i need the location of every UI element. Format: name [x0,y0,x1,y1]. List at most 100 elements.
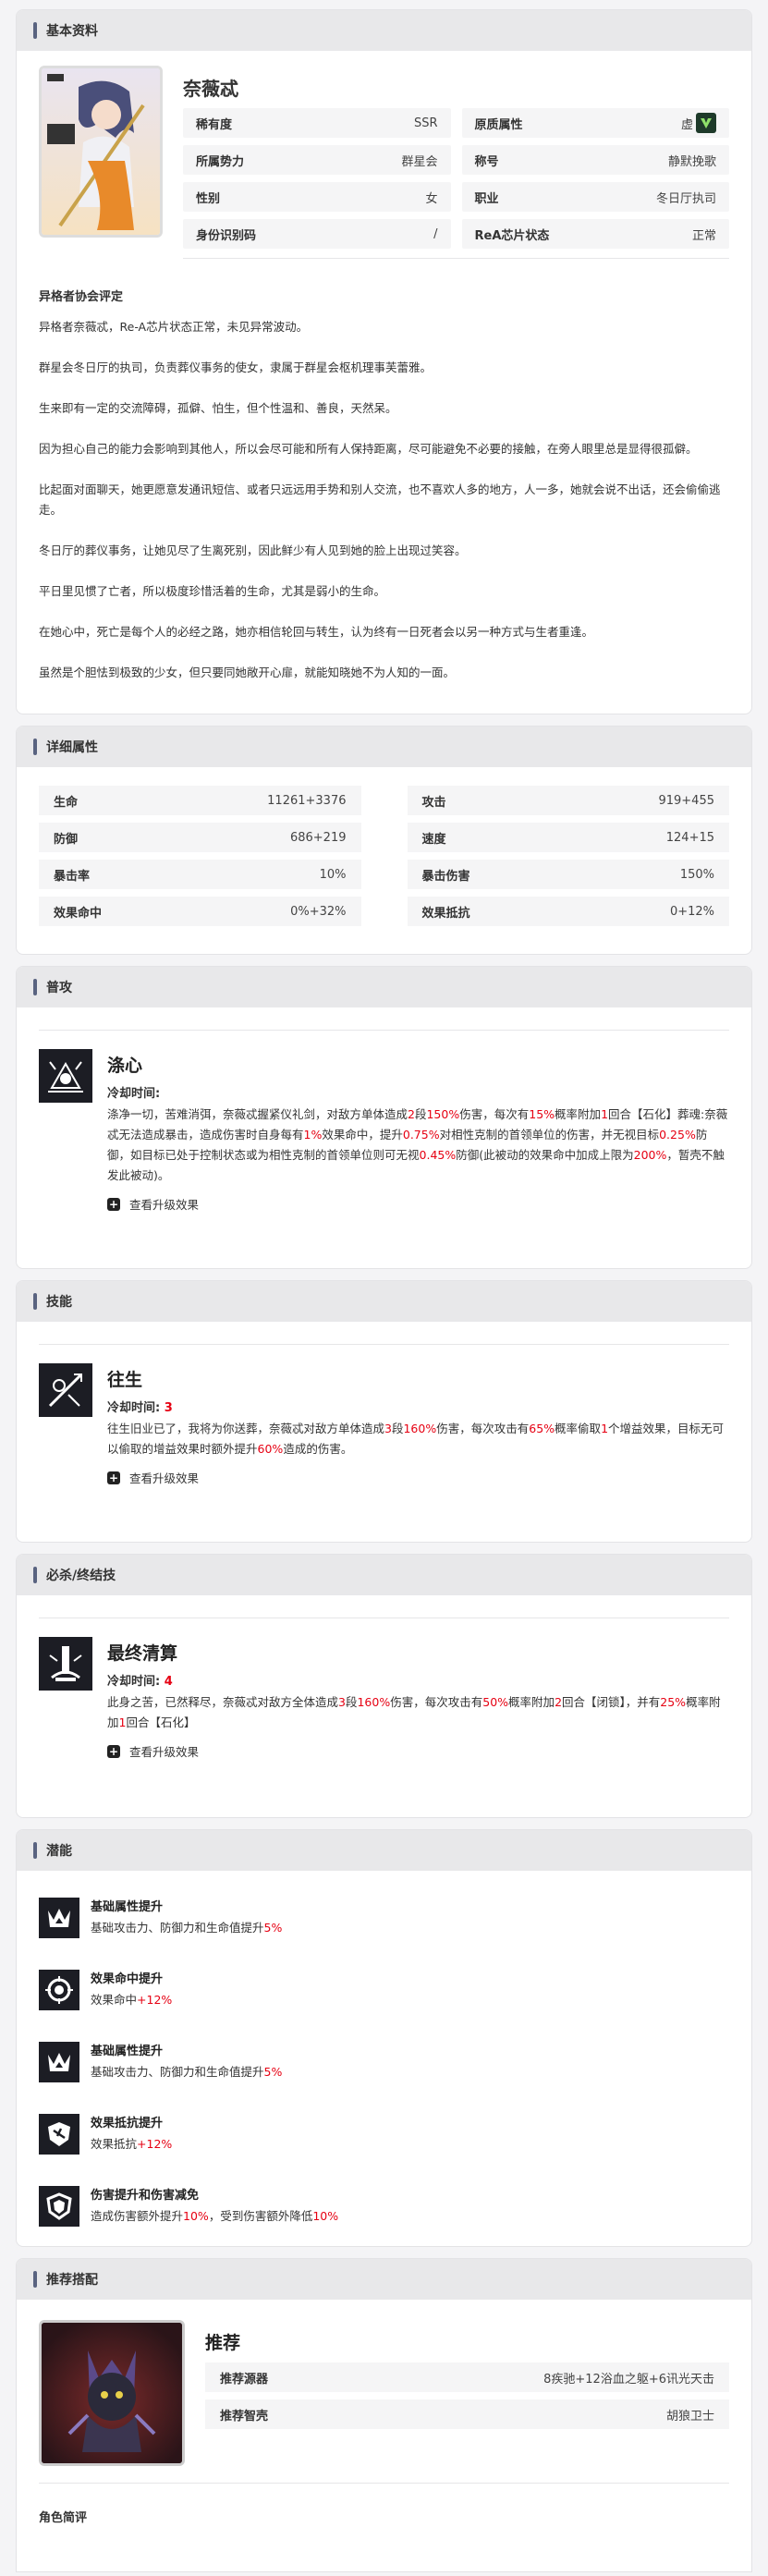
stat-def: 防御 686+219 [39,823,361,852]
info-key: 身份识别码 [196,228,257,243]
desc-text: 防御(此被动的效果命中加成上限为 [456,1148,634,1162]
info-faction: 所属势力 群星会 [183,145,451,175]
target-potential-icon [39,1970,79,2010]
desc-highlight: 150% [426,1107,460,1121]
evaluation-paragraph: 在她心中，死亡是每个人的必经之路，她亦相信轮回与转生，认为终有一日死者会以另一种… [39,625,594,639]
normal-attack-header: 普攻 [17,967,751,1007]
cooldown-value: 4 [164,1675,173,1689]
potential-desc: 效果抵抗+12% [91,2134,172,2155]
jackal-guard-shell-image [39,2320,185,2466]
cooldown-label: 冷却时间: [107,1087,161,1101]
section-title: 必杀/终结技 [46,1569,116,1583]
potential-card: 潜能 基础属性提升 基础攻击力、防御力和生命值提升5% 效果命中提升 效果命中+12… [16,1829,752,2247]
skill-description: 往生旧业已了，我将为你送葬，奈薇忒对敌方单体造成3段160%伤害，每次攻击有65… [107,1419,729,1459]
stat-value: 10% [319,867,347,882]
stat-key: 生命 [54,795,79,810]
info-chip: ReA芯片状态 正常 [461,219,729,249]
view-upgrade-button[interactable]: + 查看升级效果 [107,1195,729,1213]
evaluation-paragraph: 平日里见惯了亡者，所以极度珍惜活着的生命，尤其是弱小的生命。 [39,584,386,598]
skill-description: 涤净一切，苦难消弭，奈薇忒握紧仪礼剑，对敌方单体造成2段150%伤害，每次有15… [107,1105,729,1186]
divider [39,1030,729,1031]
desc-highlight: 15% [529,1107,555,1121]
section-title: 详细属性 [46,740,98,755]
info-key: 称号 [474,154,499,169]
potential-desc-text: 效果命中 [91,1993,138,2007]
recommend-key: 推荐智壳 [220,2409,269,2423]
desc-text: 概率偷取 [555,1422,602,1435]
recommend-value: 胡狼卫士 [665,2409,714,2423]
stat-key: 速度 [421,832,446,847]
divider [39,1344,729,1345]
desc-highlight: 1 [601,1107,609,1121]
basic-info-header: 基本资料 [17,10,751,51]
desc-highlight: 0.75% [402,1128,440,1141]
stats-card: 详细属性 生命 11261+3376 攻击 919+455 防御 686+219 速度… [16,726,752,955]
desc-text: 此身之苦，已然释尽，奈薇忒对敌方全体造成 [107,1695,339,1709]
section-bar [33,22,37,39]
desc-highlight: 50% [482,1695,509,1709]
view-upgrade-button[interactable]: + 查看升级效果 [107,1469,729,1486]
evaluation-paragraph: 异格者奈薇忒，Re-A芯片状态正常，未见异常波动。 [39,320,309,334]
stat-value: 686+219 [289,830,347,845]
potential-value: 5% [263,1921,283,1935]
desc-highlight: 200% [633,1148,667,1162]
character-name: 奈薇忒 [183,78,238,100]
shield-break-potential-icon [39,2114,79,2155]
info-key: 职业 [474,191,499,206]
purify-heart-skill-icon [39,1049,92,1103]
potential-header: 潜能 [17,1830,751,1871]
desc-text: 伤害，每次攻击有 [390,1695,483,1709]
potential-item: 基础属性提升 基础攻击力、防御力和生命值提升5% [39,2026,729,2098]
view-upgrade-button[interactable]: + 查看升级效果 [107,1742,729,1760]
info-key: 原质属性 [474,117,523,132]
desc-highlight: 2 [408,1107,415,1121]
info-value: / [433,226,438,241]
stat-spd: 速度 124+15 [407,823,729,852]
evaluation-paragraph: 虽然是个胆怯到极致的少女，但只要同她敞开心扉，就能知晓她不为人知的一面。 [39,665,456,679]
normal-attack-card: 普攻 涤心 冷却时间: 涤净一切，苦难消弭，奈薇忒握紧仪礼剑，对敌方单体造成2段… [16,966,752,1269]
ultimate-card: 必杀/终结技 最终清算 冷却时间: 4 此身之苦，已然释尽，奈薇忒对敌方全体造成… [16,1554,752,1818]
potential-value: 10% [312,2209,339,2223]
section-bar [33,1842,37,1859]
desc-text: 造成的伤害。 [283,1442,353,1456]
potential-desc-text: 基础攻击力、防御力和生命值提升 [91,1921,264,1935]
stat-value: 150% [679,867,714,882]
desc-highlight: 1% [303,1128,323,1141]
section-title: 技能 [46,1295,72,1310]
section-title: 普攻 [46,981,72,995]
info-value: 静默挽歌 [667,154,716,169]
potential-item: 基础属性提升基础攻击力、防御力和生命值提升5% [39,1882,729,1954]
info-job: 职业 冬日厅执司 [461,182,729,212]
evaluation-paragraph: 群星会冬日厅的执司，负责葬仪事务的使女，隶属于群星会枢机理事芙蕾雅。 [39,360,433,374]
cooldown: 冷却时间: 3 [107,1398,729,1419]
rebirth-skill-icon [39,1363,92,1417]
desc-text: 伤害，每次攻击有 [436,1422,530,1435]
potential-desc: 基础攻击力、防御力和生命值提升5% [91,2062,282,2082]
desc-highlight: 160% [403,1422,437,1435]
info-value: 群星会 [401,154,438,169]
stat-hp: 生命 11261+3376 [39,786,361,815]
plus-icon: + [107,1744,120,1758]
stat-crit-rate: 暴击率 10% [39,860,361,889]
recommend-key: 推荐源器 [220,2372,269,2387]
desc-text: 效果命中，提升 [322,1128,403,1141]
potential-value: +12% [137,2137,173,2151]
potential-desc-text: 造成伤害额外提升 [91,2209,184,2223]
desc-highlight: 25% [660,1695,687,1709]
desc-text: 段 [414,1107,427,1121]
skill-card: 技能 往生 冷却时间: 3 往生旧业已了，我将为你送葬，奈薇忒对敌方单体造成3段… [16,1280,752,1543]
info-title: 称号 静默挽歌 [461,145,729,175]
desc-text: 概率附加 [508,1695,555,1709]
recommend-artifact-row: 推荐源器 8疾驰+12浴血之躯+6讯光天击 [205,2362,729,2392]
desc-text: 往生旧业已了，我将为你送葬，奈薇忒对敌方单体造成 [107,1422,385,1435]
basic-info-card: 基本资料 奈薇忒 稀有度 SSR 原质属性 虚 所属势力 群星会 称号 静默挽歌… [16,9,752,714]
stat-key: 防御 [54,832,79,847]
page: 基本资料 奈薇忒 稀有度 SSR 原质属性 虚 所属势力 群星会 称号 静默挽歌… [0,0,768,2576]
plus-icon: + [107,1471,120,1484]
potential-name: 基础属性提升 [91,1900,164,1914]
skill-description: 此身之苦，已然释尽，奈薇忒对敌方全体造成3段160%伤害，每次攻击有50%概率附… [107,1692,729,1733]
stat-key: 效果抵抗 [421,906,470,921]
void-attribute-icon [696,113,716,133]
divider [183,258,729,259]
skill-name: 往生 [107,1370,143,1390]
